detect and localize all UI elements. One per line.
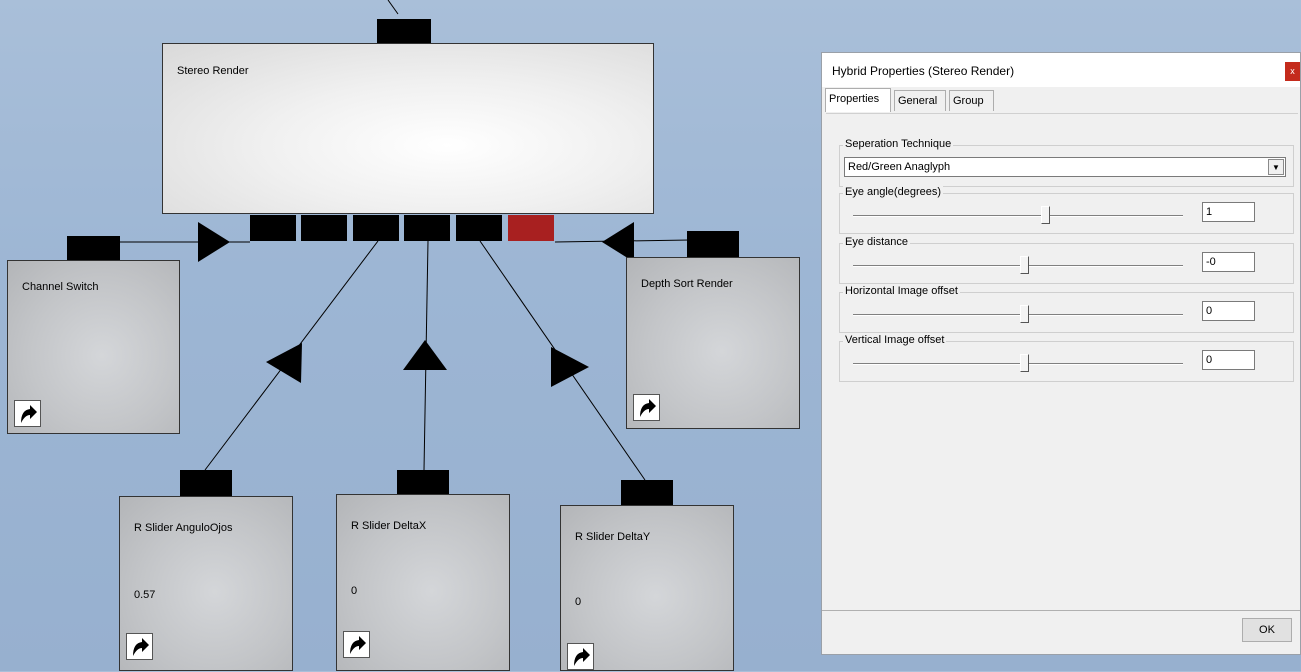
shortcut-arrow-icon[interactable]: [14, 400, 41, 427]
node-value: 0: [351, 585, 358, 597]
slider-track-highlight: [853, 266, 1183, 267]
eye-angle-label: Eye angle(degrees): [843, 186, 944, 198]
arrow-depth-sort: [602, 222, 634, 262]
tab-general[interactable]: General: [894, 90, 946, 111]
shortcut-arrow-icon[interactable]: [343, 631, 370, 658]
port-stereo-render-out-5[interactable]: [456, 215, 502, 241]
tab-group[interactable]: Group: [949, 90, 994, 111]
slider-thumb[interactable]: [1020, 354, 1029, 372]
slider-thumb[interactable]: [1041, 206, 1050, 224]
node-title: Stereo Render: [177, 65, 249, 77]
vertical-offset-input[interactable]: 0: [1202, 350, 1255, 370]
horizontal-offset-label: Horizontal Image offset: [843, 285, 960, 297]
separation-technique-label: Seperation Technique: [843, 138, 954, 150]
vertical-offset-slider[interactable]: [853, 352, 1183, 376]
port-stereo-render-out-6-selected[interactable]: [508, 215, 554, 241]
dialog-footer: OK: [822, 610, 1300, 654]
vertical-offset-group: Vertical Image offset 0: [839, 334, 1294, 382]
slider-track-highlight: [853, 315, 1183, 316]
port-slider-deltay[interactable]: [621, 480, 673, 506]
dialog-title: Hybrid Properties (Stereo Render): [832, 64, 1015, 78]
arrow-angulo: [266, 343, 302, 383]
port-channel-switch[interactable]: [67, 236, 120, 261]
eye-distance-input[interactable]: -0: [1202, 252, 1255, 272]
ok-button[interactable]: OK: [1242, 618, 1292, 642]
hybrid-properties-dialog: Hybrid Properties (Stereo Render) x Prop…: [821, 52, 1301, 655]
horizontal-offset-group: Horizontal Image offset 0: [839, 285, 1294, 333]
properties-panel: Seperation Technique Red/Green Anaglyph …: [826, 113, 1298, 615]
tab-properties[interactable]: Properties: [825, 88, 891, 112]
node-value: 0.57: [134, 589, 156, 601]
separation-technique-group: Seperation Technique Red/Green Anaglyph …: [839, 138, 1294, 187]
port-stereo-render-input[interactable]: [377, 19, 431, 44]
horizontal-offset-input[interactable]: 0: [1202, 301, 1255, 321]
port-stereo-render-out-2[interactable]: [301, 215, 347, 241]
port-stereo-render-out-1[interactable]: [250, 215, 296, 241]
node-slider-angulo[interactable]: R Slider AnguloOjos 0.57: [119, 496, 293, 671]
slider-thumb[interactable]: [1020, 256, 1029, 274]
shortcut-arrow-icon[interactable]: [633, 394, 660, 421]
port-stereo-render-out-4[interactable]: [404, 215, 450, 241]
separation-technique-select[interactable]: Red/Green Anaglyph ▼: [844, 157, 1286, 177]
separation-technique-value: Red/Green Anaglyph: [848, 161, 951, 173]
node-value: 0: [575, 596, 582, 608]
node-depth-sort-render[interactable]: Depth Sort Render: [626, 257, 800, 429]
node-title: R Slider DeltaY: [575, 531, 651, 543]
eye-angle-group: Eye angle(degrees) 1: [839, 186, 1294, 234]
close-button[interactable]: x: [1285, 62, 1300, 81]
vertical-offset-label: Vertical Image offset: [843, 334, 947, 346]
chevron-down-icon[interactable]: ▼: [1268, 159, 1284, 175]
node-title: Depth Sort Render: [641, 278, 733, 290]
link-top: [387, 0, 399, 15]
eye-distance-slider[interactable]: [853, 254, 1183, 278]
node-slider-deltax[interactable]: R Slider DeltaX 0: [336, 494, 510, 671]
horizontal-offset-slider[interactable]: [853, 303, 1183, 327]
node-title: Channel Switch: [22, 281, 99, 293]
slider-track-highlight: [853, 364, 1183, 365]
port-slider-angulo[interactable]: [180, 470, 232, 497]
slider-track-highlight: [853, 216, 1183, 217]
eye-distance-group: Eye distance -0: [839, 236, 1294, 284]
eye-angle-input[interactable]: 1: [1202, 202, 1255, 222]
port-depth-sort-render[interactable]: [687, 231, 739, 257]
shortcut-arrow-icon[interactable]: [126, 633, 153, 660]
eye-distance-label: Eye distance: [843, 236, 910, 248]
port-stereo-render-out-3[interactable]: [353, 215, 399, 241]
arrow-deltax: [403, 340, 447, 370]
slider-thumb[interactable]: [1020, 305, 1029, 323]
dialog-titlebar[interactable]: Hybrid Properties (Stereo Render) x: [822, 53, 1300, 87]
arrow-deltay: [551, 347, 589, 387]
node-channel-switch[interactable]: Channel Switch: [7, 260, 180, 434]
eye-angle-slider[interactable]: [853, 204, 1183, 228]
shortcut-arrow-icon[interactable]: [567, 643, 594, 670]
node-title: R Slider AnguloOjos: [134, 522, 233, 534]
node-slider-deltay[interactable]: R Slider DeltaY 0: [560, 505, 734, 671]
arrow-channel-switch: [198, 222, 230, 262]
node-stereo-render[interactable]: Stereo Render: [162, 43, 654, 214]
port-slider-deltax[interactable]: [397, 470, 449, 495]
node-title: R Slider DeltaX: [351, 520, 427, 532]
